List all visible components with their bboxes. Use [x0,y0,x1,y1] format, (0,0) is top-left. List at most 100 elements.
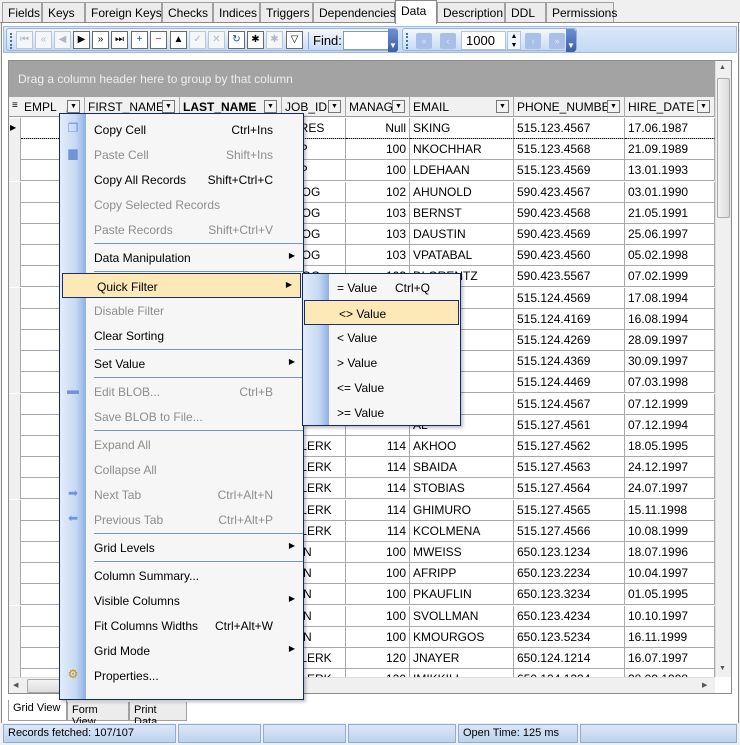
cell-email[interactable]: PKAUFLIN [410,584,514,606]
cell-phone_number[interactable]: 590.423.4560 [514,245,625,267]
first-page-button[interactable]: « [416,33,432,49]
cell-manage[interactable]: 120 [346,648,410,669]
column-filter-dropdown[interactable]: ▼ [392,100,405,113]
cell-hire_date[interactable]: 05.02.1998 [625,245,715,267]
tab-foreign-keys[interactable]: Foreign Keys [85,2,162,23]
toolbar-options-dropdown[interactable]: ▼ [388,29,398,52]
prior-page-button[interactable]: « [35,31,52,49]
cell-email[interactable]: GHIMURO [410,499,514,521]
tab-checks[interactable]: Checks [162,2,213,23]
row-indicator[interactable] [9,457,21,479]
menu-item-quick-filter[interactable]: Quick Filter ▶ [62,273,301,298]
cell-hire_date[interactable]: 10.08.1999 [625,520,715,542]
quick-filter-item[interactable]: < Value [303,325,460,350]
last-page-button[interactable]: » [549,33,565,49]
cell-manage[interactable]: 114 [346,478,410,500]
cell-hire_date[interactable]: 13.01.1993 [625,160,715,182]
tab-permissions[interactable]: Permissions [546,2,617,23]
limit-spinner[interactable]: ▲ ▼ [507,31,521,50]
cell-email[interactable]: DAUSTIN [410,224,514,245]
cell-hire_date[interactable]: 10.04.1997 [625,563,715,585]
view-tab-grid-view[interactable]: Grid View [8,700,67,721]
column-header-manage[interactable]: MANAGE ▼ [346,97,410,117]
menu-item-save-blob-to-file[interactable]: Save BLOB to File... [60,404,303,429]
vertical-scroll-thumb[interactable] [717,78,730,218]
row-indicator[interactable] [9,563,21,585]
tab-triggers[interactable]: Triggers [260,2,313,23]
menu-item-column-summary[interactable]: Column Summary... [60,563,303,588]
cell-hire_date[interactable]: 28.09.1997 [625,330,715,351]
set-bookmark-button[interactable]: ✱ [247,31,264,49]
menu-item-clear-sorting[interactable]: Clear Sorting [60,323,303,348]
cell-hire_date[interactable]: 16.11.1999 [625,626,715,648]
group-by-panel[interactable]: Drag a column header here to group by th… [9,61,715,97]
next-page-button[interactable]: » [92,31,109,49]
cell-phone_number[interactable]: 515.124.4567 [514,393,625,415]
insert-record-button[interactable]: + [131,31,148,49]
menu-item-expand-all[interactable]: Expand All [60,432,303,457]
row-indicator[interactable] [9,520,21,542]
prior-record-button[interactable]: ◀ [54,31,71,49]
tab-description[interactable]: Description [437,2,505,23]
menu-item-grid-levels[interactable]: Grid Levels ▶ [60,535,303,560]
scroll-down-icon[interactable]: ▼ [719,665,726,672]
find-input[interactable] [343,31,393,50]
cell-phone_number[interactable]: 515.124.4169 [514,308,625,330]
row-indicator[interactable] [9,139,21,161]
cell-hire_date[interactable]: 16.08.1994 [625,308,715,330]
cell-hire_date[interactable]: 21.09.1989 [625,139,715,161]
view-tab-form-view[interactable]: Form View [67,702,129,728]
cell-phone_number[interactable]: 515.124.4469 [514,372,625,394]
cell-hire_date[interactable]: 17.08.1994 [625,287,715,309]
post-edit-button[interactable]: ✓ [189,31,206,49]
cell-hire_date[interactable]: 10.10.1997 [625,605,715,627]
menu-item-properties[interactable]: ⚙ Properties... [60,663,303,688]
cell-hire_date[interactable]: 25.06.1997 [625,224,715,245]
menu-item-copy-cell[interactable]: ❐ Copy Cell Ctrl+Ins [60,117,303,142]
row-indicator[interactable] [9,224,21,245]
row-indicator[interactable] [9,584,21,606]
row-indicator[interactable] [9,414,21,436]
column-menu-icon[interactable]: ≡ [9,97,21,117]
cell-hire_date[interactable]: 18.07.1996 [625,542,715,563]
column-header-phone_number[interactable]: PHONE_NUMBER ▼ [514,97,625,117]
cell-email[interactable]: NKOCHHAR [410,139,514,161]
cell-hire_date[interactable]: 01.05.1995 [625,584,715,606]
menu-item-set-value[interactable]: Set Value ▶ [60,351,303,376]
cell-email[interactable]: AKHOO [410,436,514,457]
menu-item-paste-records[interactable]: Paste Records Shift+Ctrl+V [60,217,303,242]
next-record-button[interactable]: ▶ [73,31,90,49]
tab-fields[interactable]: Fields [2,2,42,23]
row-indicator[interactable] [9,308,21,330]
cell-email[interactable]: AFRIPP [410,563,514,585]
tab-indices[interactable]: Indices [213,2,260,23]
column-header-hire_date[interactable]: HIRE_DATE ▼ [625,97,715,117]
row-indicator[interactable] [9,648,21,669]
column-filter-dropdown[interactable]: ▼ [496,100,509,113]
row-indicator[interactable] [9,245,21,267]
refresh-button[interactable]: ↻ [228,31,245,49]
quick-filter-item[interactable]: >= Value [303,400,460,425]
cell-manage[interactable]: 103 [346,202,410,224]
tab-data[interactable]: Data [395,0,437,24]
tab-keys[interactable]: Keys [42,2,85,23]
cell-manage[interactable]: 100 [346,563,410,585]
last-record-button[interactable]: ⏭ [111,31,128,49]
cell-hire_date[interactable]: 07.03.1998 [625,372,715,394]
menu-item-edit-blob[interactable]: ▬ Edit BLOB... Ctrl+B [60,379,303,404]
cell-manage[interactable]: 114 [346,436,410,457]
cell-manage[interactable]: 100 [346,160,410,182]
cell-email[interactable]: SVOLLMAN [410,605,514,627]
toolbar-grip[interactable] [10,33,12,49]
quick-filter-item[interactable]: <= Value [303,375,460,400]
cell-email[interactable]: VPATABAL [410,245,514,267]
cell-hire_date[interactable]: 07.12.1994 [625,414,715,436]
cell-phone_number[interactable]: 590.423.4568 [514,202,625,224]
cell-hire_date[interactable]: 24.07.1997 [625,478,715,500]
cell-phone_number[interactable]: 515.127.4563 [514,457,625,479]
row-indicator[interactable] [9,330,21,351]
cell-manage[interactable]: 100 [346,584,410,606]
records-limit-input[interactable]: 1000 [461,31,506,50]
cell-hire_date[interactable]: 16.07.1997 [625,648,715,669]
row-indicator[interactable]: ▶ [9,118,21,139]
